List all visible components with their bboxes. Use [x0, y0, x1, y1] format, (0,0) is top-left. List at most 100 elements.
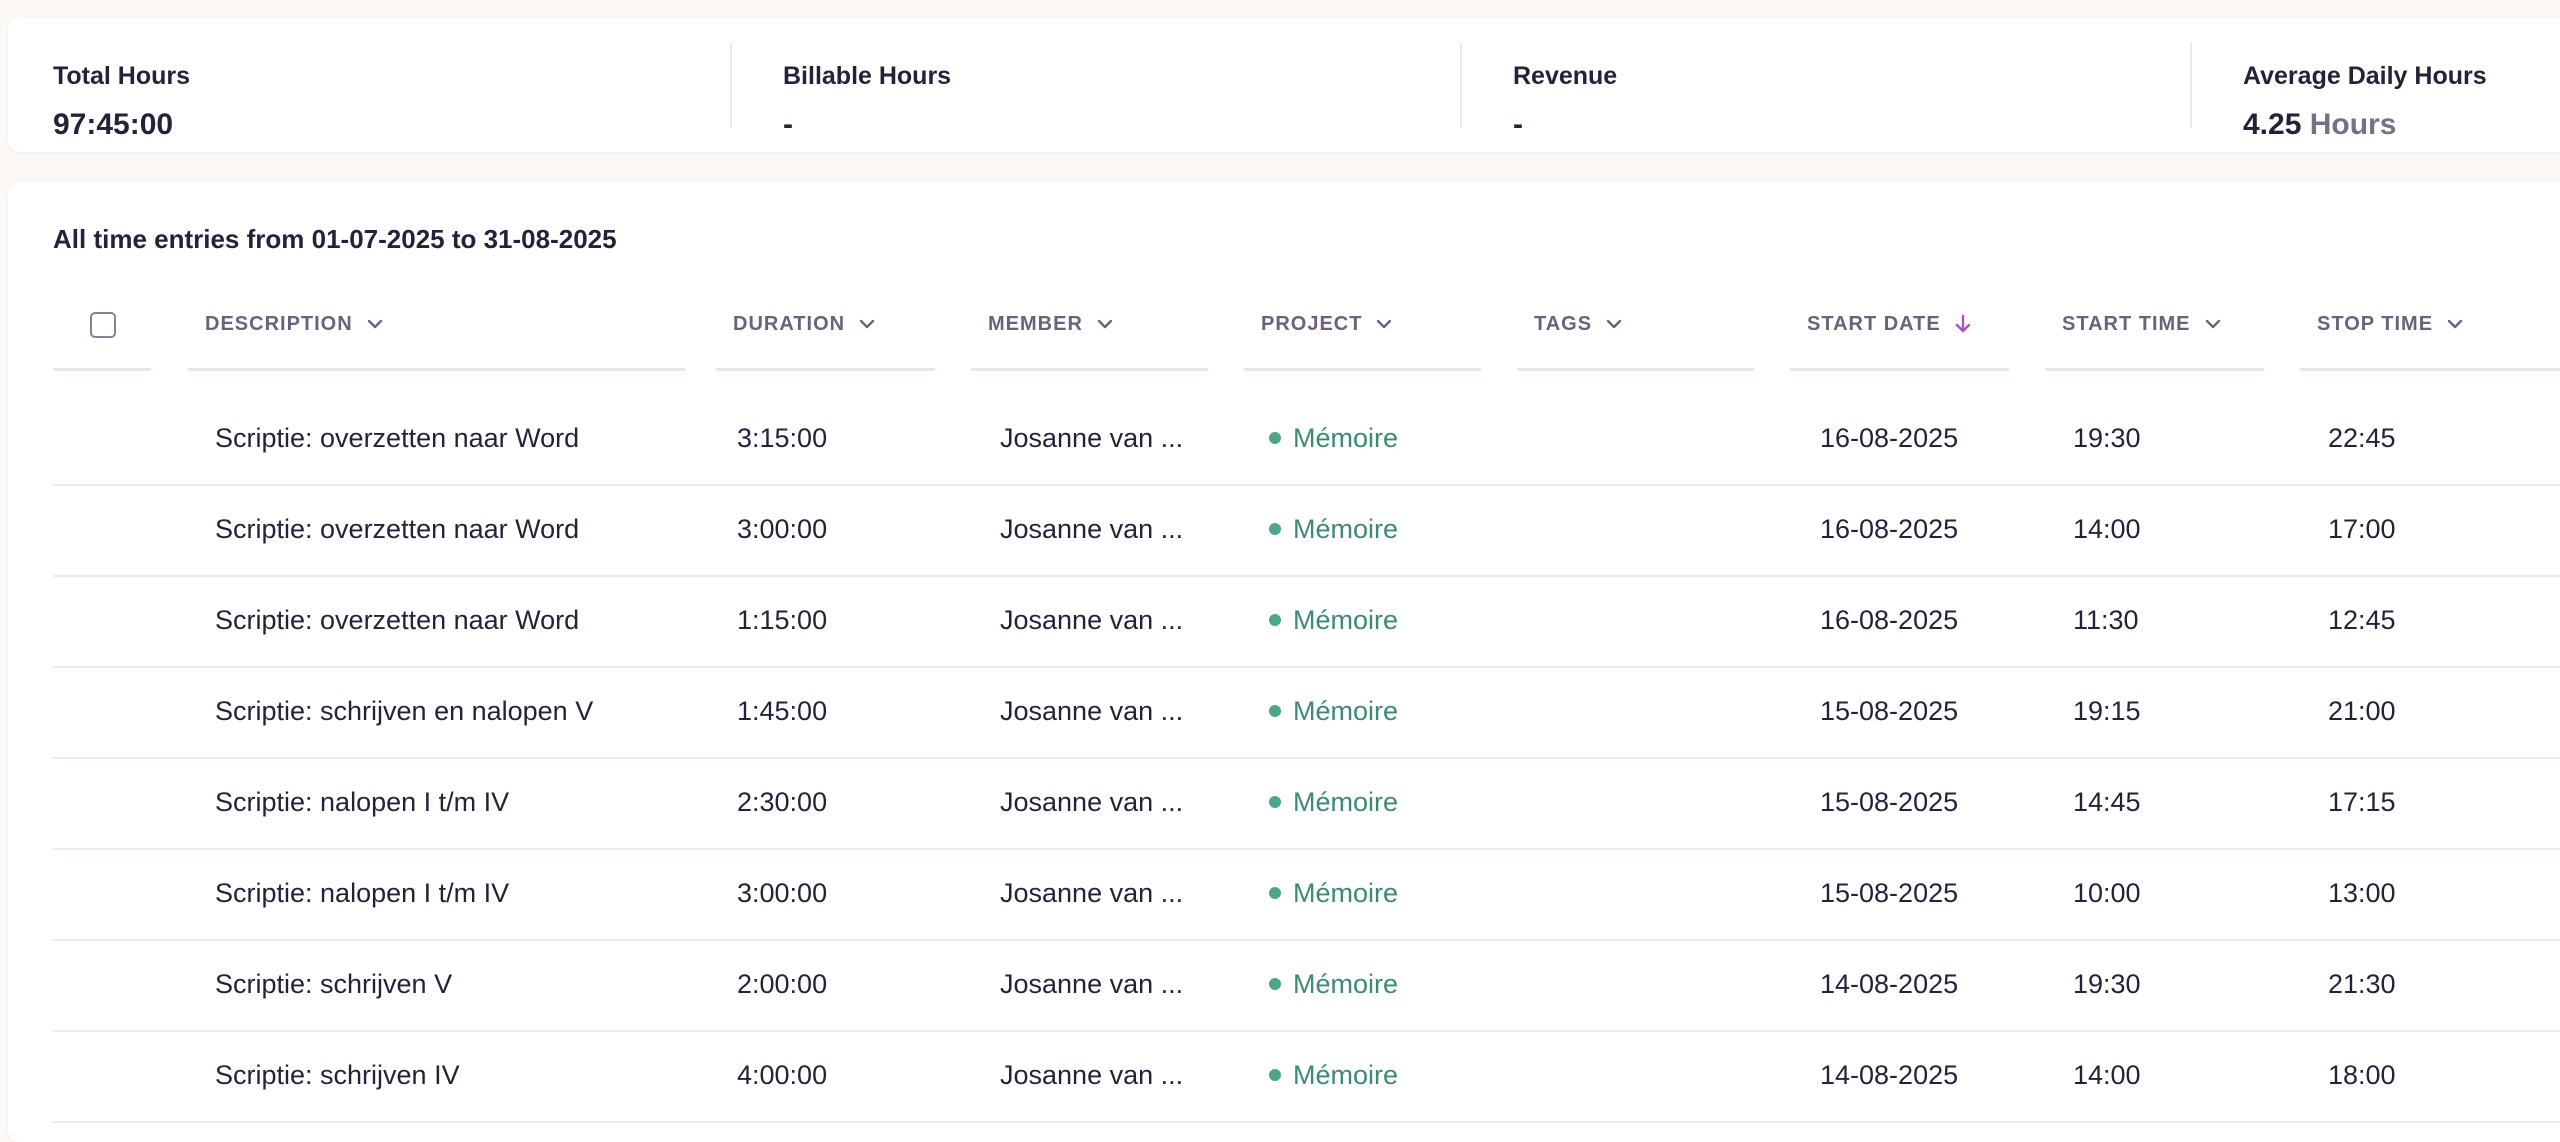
cell-member[interactable]: Josanne van ... [1000, 939, 1183, 1030]
cell-stop-time[interactable]: 21:30 [2328, 939, 2396, 1030]
cell-stop-time[interactable]: 17:15 [2328, 757, 2396, 848]
cell-start-time[interactable]: 19:15 [2073, 666, 2141, 757]
cell-stop-time[interactable]: 13:00 [2328, 848, 2396, 939]
cell-start-time[interactable]: 19:30 [2073, 939, 2141, 1030]
chevron-down-icon[interactable] [1093, 312, 1117, 336]
project-color-dot [1269, 431, 1281, 444]
arrow-down-icon[interactable] [1951, 312, 1975, 336]
cell-duration[interactable]: 3:00:00 [737, 848, 827, 939]
chevron-down-icon[interactable] [2443, 312, 2467, 336]
cell-project[interactable]: Mémoire [1269, 848, 1398, 939]
cell-start-date[interactable]: 14-08-2025 [1820, 1030, 1958, 1121]
header-start-date[interactable]: START DATE [1790, 286, 2009, 371]
cell-start-date[interactable]: 15-08-2025 [1820, 848, 1958, 939]
header-description[interactable]: DESCRIPTION [188, 286, 685, 371]
cell-member[interactable]: Josanne van ... [1000, 757, 1183, 848]
cell-stop-time[interactable]: 21:00 [2328, 666, 2396, 757]
table-row[interactable]: Scriptie: schrijven en nalopen V 1:45:00… [53, 666, 2560, 759]
header-label: MEMBER [988, 312, 1083, 335]
chevron-down-icon[interactable] [363, 312, 387, 336]
header-duration[interactable]: DURATION [716, 286, 935, 371]
cell-duration[interactable]: 1:15:00 [737, 575, 827, 666]
header-label: DURATION [733, 312, 846, 335]
cell-duration[interactable]: 3:15:00 [737, 393, 827, 484]
cell-duration[interactable]: 4:00:00 [737, 1030, 827, 1121]
table-row[interactable]: Scriptie: overzetten naar Word 1:15:00 J… [53, 575, 2560, 668]
header-label: STOP TIME [2317, 312, 2434, 335]
cell-project[interactable]: Mémoire [1269, 484, 1398, 575]
cell-project[interactable]: Mémoire [1269, 575, 1398, 666]
cell-member[interactable]: Josanne van ... [1000, 666, 1183, 757]
table-row[interactable]: Scriptie: schrijven IV 4:00:00 Josanne v… [53, 1030, 2560, 1123]
cell-start-time[interactable]: 19:30 [2073, 393, 2141, 484]
cell-description[interactable]: Scriptie: overzetten naar Word [215, 575, 579, 666]
cell-start-date[interactable]: 16-08-2025 [1820, 393, 1958, 484]
header-member[interactable]: MEMBER [971, 286, 1208, 371]
cell-start-date[interactable]: 14-08-2025 [1820, 939, 1958, 1030]
header-tags[interactable]: TAGS [1517, 286, 1754, 371]
cell-start-time[interactable]: 11:30 [2073, 575, 2139, 666]
cell-start-time[interactable]: 14:45 [2073, 757, 2141, 848]
cell-duration[interactable]: 2:30:00 [737, 757, 827, 848]
table-row[interactable]: Scriptie: overzetten naar Word 3:00:00 J… [53, 484, 2560, 577]
stat-divider [2190, 42, 2192, 128]
table-row[interactable]: Scriptie: nalopen I t/m IV 3:00:00 Josan… [53, 848, 2560, 941]
time-entries-card: All time entries from 01-07-2025 to 31-0… [8, 182, 2560, 1142]
cell-project[interactable]: Mémoire [1269, 757, 1398, 848]
header-stop-time[interactable]: STOP TIME [2300, 286, 2560, 371]
cell-description[interactable]: Scriptie: nalopen I t/m IV [215, 848, 509, 939]
cell-stop-time[interactable]: 22:45 [2328, 393, 2396, 484]
cell-description[interactable]: Scriptie: schrijven IV [215, 1030, 460, 1121]
cell-member[interactable]: Josanne van ... [1000, 848, 1183, 939]
cell-duration[interactable]: 2:00:00 [737, 939, 827, 1030]
cell-member[interactable]: Josanne van ... [1000, 575, 1183, 666]
table-row[interactable]: Scriptie: nalopen I t/m IV 2:30:00 Josan… [53, 757, 2560, 850]
project-color-dot [1269, 704, 1281, 717]
cell-start-time[interactable]: 10:00 [2073, 848, 2141, 939]
cell-member[interactable]: Josanne van ... [1000, 484, 1183, 575]
cell-stop-time[interactable]: 18:00 [2328, 1030, 2396, 1121]
select-all-checkbox[interactable] [90, 312, 116, 338]
project-name: Mémoire [1293, 514, 1399, 544]
project-name: Mémoire [1293, 423, 1399, 453]
cell-start-date[interactable]: 16-08-2025 [1820, 484, 1958, 575]
cell-duration[interactable]: 1:45:00 [737, 666, 827, 757]
cell-member[interactable]: Josanne van ... [1000, 1030, 1183, 1121]
header-project[interactable]: PROJECT [1244, 286, 1481, 371]
stat-label: Billable Hours [783, 62, 952, 90]
cell-project[interactable]: Mémoire [1269, 393, 1398, 484]
chevron-down-icon[interactable] [855, 312, 879, 336]
cell-description[interactable]: Scriptie: overzetten naar Word [215, 393, 579, 484]
stat-label: Revenue [1513, 62, 1618, 90]
cell-start-date[interactable]: 15-08-2025 [1820, 757, 1958, 848]
stat-number: 4.25 [2243, 108, 2302, 141]
chevron-down-icon[interactable] [2201, 312, 2225, 336]
cell-start-date[interactable]: 15-08-2025 [1820, 666, 1958, 757]
cell-description[interactable]: Scriptie: schrijven V [215, 939, 452, 1030]
chevron-down-icon[interactable] [1602, 312, 1626, 336]
cell-stop-time[interactable]: 17:00 [2328, 484, 2396, 575]
cell-project[interactable]: Mémoire [1269, 666, 1398, 757]
table-row[interactable]: Scriptie: overzetten naar Word 3:15:00 J… [53, 393, 2560, 486]
cell-member[interactable]: Josanne van ... [1000, 393, 1183, 484]
cell-project[interactable]: Mémoire [1269, 1030, 1398, 1121]
header-label: DESCRIPTION [205, 312, 353, 335]
project-color-dot [1269, 795, 1281, 808]
project-name: Mémoire [1293, 696, 1399, 726]
cell-start-time[interactable]: 14:00 [2073, 1030, 2141, 1121]
cell-description[interactable]: Scriptie: nalopen I t/m IV [215, 757, 509, 848]
cell-start-date[interactable]: 16-08-2025 [1820, 575, 1958, 666]
header-select-column [53, 286, 151, 371]
cell-stop-time[interactable]: 12:45 [2328, 575, 2396, 666]
stat-value: 97:45:00 [53, 108, 173, 142]
stat-divider [730, 42, 732, 128]
table-row[interactable]: Scriptie: schrijven V 2:00:00 Josanne va… [53, 939, 2560, 1032]
header-start-time[interactable]: START TIME [2045, 286, 2264, 371]
cell-description[interactable]: Scriptie: schrijven en nalopen V [215, 666, 593, 757]
cell-project[interactable]: Mémoire [1269, 939, 1398, 1030]
cell-duration[interactable]: 3:00:00 [737, 484, 827, 575]
chevron-down-icon[interactable] [1372, 312, 1396, 336]
cell-start-time[interactable]: 14:00 [2073, 484, 2141, 575]
cell-description[interactable]: Scriptie: overzetten naar Word [215, 484, 579, 575]
stat-label: Average Daily Hours [2243, 62, 2487, 90]
